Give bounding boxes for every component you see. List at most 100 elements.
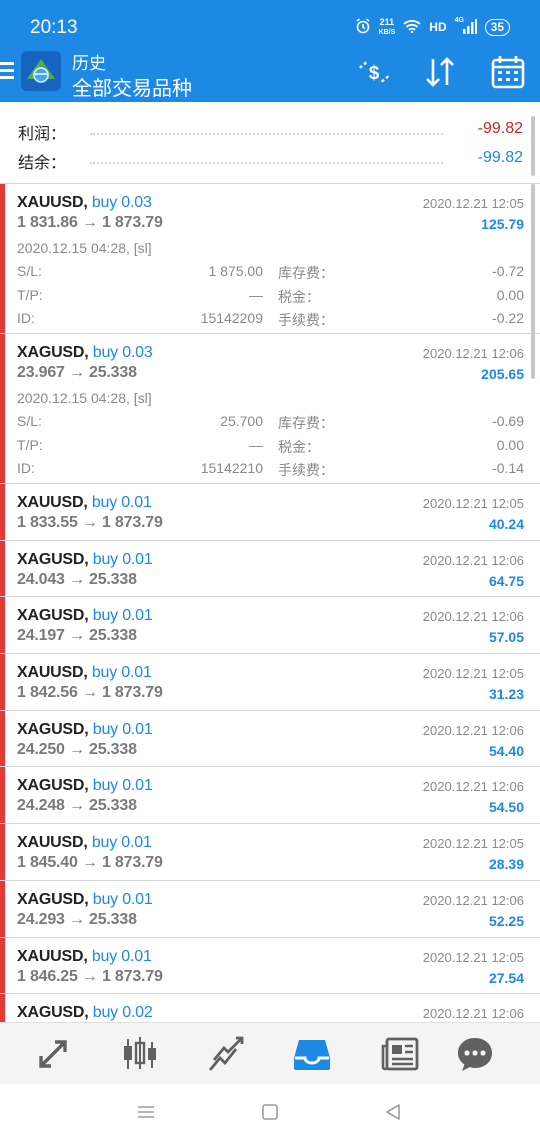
trade-close-time: 2020.12.21 12:06	[422, 346, 524, 361]
trade-symbol: XAGUSD,	[17, 607, 89, 625]
status-bar: 20:13 211 KB/S HD 4G 35	[0, 0, 540, 48]
trade-symbol-line: XAUUSD, buy 0.01	[17, 494, 152, 512]
recent-apps-icon[interactable]	[136, 1102, 156, 1122]
trade-symbol: XAUUSD,	[17, 947, 88, 965]
history-icon[interactable]	[292, 1034, 332, 1074]
trade-close-time: 2020.12.21 12:05	[422, 496, 524, 511]
trade-symbol-line: XAGUSD, buy 0.01	[17, 721, 153, 739]
chat-icon[interactable]	[455, 1034, 495, 1074]
trade-close-time: 2020.12.21 12:06	[422, 1006, 524, 1022]
trade-row[interactable]: XAGUSD, buy 0.01 2020.12.21 12:06 24.293…	[0, 880, 540, 938]
trade-history-list[interactable]: XAUUSD, buy 0.03 2020.12.21 12:05 1 831.…	[0, 184, 540, 1022]
trade-row[interactable]: XAGUSD, buy 0.01 2020.12.21 12:06 24.043…	[0, 540, 540, 598]
chart-icon[interactable]	[120, 1034, 160, 1074]
trade-type-bar	[0, 994, 5, 1022]
sl-value: 25.700	[220, 413, 263, 429]
trade-row[interactable]: XAGUSD, buy 0.01 2020.12.21 12:06 24.248…	[0, 767, 540, 825]
trade-type-bar	[0, 937, 5, 994]
list-scrollbar[interactable]	[531, 184, 535, 379]
trade-profit: 27.54	[488, 969, 524, 986]
trade-row[interactable]: XAUUSD, buy 0.01 2020.12.21 12:05 1 845.…	[0, 824, 540, 881]
trade-row[interactable]: XAGUSD, buy 0.03 2020.12.21 12:06 23.967…	[0, 334, 540, 484]
trade-close-time: 2020.12.21 12:06	[422, 552, 524, 568]
tax-label: 税金：	[278, 289, 320, 305]
trade-icon[interactable]	[206, 1034, 246, 1074]
balance-label: 结余：	[18, 155, 67, 172]
tax-value: 0.00	[496, 287, 524, 303]
trade-symbol-line: XAGUSD, buy 0.02	[17, 1004, 153, 1022]
trade-row[interactable]: XAGUSD, buy 0.02 2020.12.21 12:06	[0, 994, 540, 1022]
trade-prices: 1 846.25 → 1 873.79	[17, 967, 163, 985]
trade-close-time: 2020.12.21 12:06	[422, 609, 524, 625]
trade-symbol-line: XAUUSD, buy 0.01	[17, 664, 152, 682]
app-header: 20:13 211 KB/S HD 4G 35 历史 全部交易品种 $	[0, 0, 540, 102]
trade-close-time: 2020.12.21 12:05	[422, 196, 524, 211]
trade-row[interactable]: XAGUSD, buy 0.01 2020.12.21 12:06 24.250…	[0, 710, 540, 768]
account-summary: 利润： -99.82 结余： -99.82	[0, 102, 540, 184]
commission-value: -0.22	[492, 310, 524, 326]
trade-row[interactable]: XAUUSD, buy 0.01 2020.12.21 12:05 1 842.…	[0, 654, 540, 711]
trade-profit: 54.40	[488, 742, 524, 759]
trade-row[interactable]: XAUUSD, buy 0.01 2020.12.21 12:05 1 833.…	[0, 484, 540, 541]
trade-prices: 24.293 → 25.338	[17, 910, 137, 928]
trade-side: buy 0.01	[92, 607, 153, 625]
trade-symbol: XAUUSD,	[17, 664, 88, 682]
home-icon[interactable]	[260, 1102, 280, 1122]
sl-label: S/L:	[17, 263, 42, 279]
trade-symbol: XAGUSD,	[17, 890, 89, 908]
trade-symbol-line: XAGUSD, buy 0.01	[17, 607, 153, 625]
trade-open-info: 2020.12.15 04:28, [sl]	[17, 240, 152, 256]
trade-close-time: 2020.12.21 12:06	[422, 892, 524, 908]
trade-symbol-line: XAGUSD, buy 0.01	[17, 777, 153, 795]
swap-value: -0.72	[492, 263, 524, 279]
trade-prices: 1 842.56 → 1 873.79	[17, 684, 163, 702]
metatrader-logo	[20, 50, 62, 92]
profit-label: 利润：	[18, 126, 67, 143]
trade-type-bar	[0, 654, 5, 710]
sl-value: 1 875.00	[208, 263, 264, 279]
trade-symbol: XAUUSD,	[17, 194, 88, 211]
trade-side: buy 0.01	[91, 494, 152, 511]
deposit-withdraw-icon[interactable]: $	[356, 54, 392, 90]
trade-prices: 24.197 → 25.338	[17, 627, 137, 645]
trade-prices: 1 833.55 → 1 873.79	[17, 514, 163, 531]
trade-close-time: 2020.12.21 12:05	[422, 836, 524, 852]
trade-symbol-line: XAGUSD, buy 0.03	[17, 344, 153, 362]
tp-value: —	[249, 437, 263, 453]
network-speed: 211 KB/S	[379, 17, 396, 37]
trade-profit: 31.23	[488, 686, 524, 703]
trade-type-bar	[0, 597, 5, 654]
sort-icon[interactable]	[422, 54, 458, 90]
swap-label: 库存费：	[278, 265, 334, 281]
balance-value: -99.82	[477, 149, 523, 166]
trade-type-bar	[0, 334, 5, 483]
trade-profit: 52.25	[488, 912, 524, 929]
trade-symbol: XAUUSD,	[17, 494, 88, 511]
id-value: 15142210	[200, 460, 263, 476]
calendar-icon[interactable]	[490, 54, 526, 90]
balance-row: 结余： -99.82	[18, 143, 523, 173]
signal-icon: 4G	[455, 17, 477, 35]
tax-label: 税金：	[278, 439, 320, 455]
back-icon[interactable]	[383, 1102, 403, 1122]
menu-icon[interactable]	[0, 62, 14, 82]
news-icon[interactable]	[380, 1034, 420, 1074]
trade-type-bar	[0, 880, 5, 937]
profit-row: 利润： -99.82	[18, 114, 523, 144]
profit-leader-dots	[90, 133, 443, 135]
page-title: 全部交易品种	[72, 78, 192, 100]
trade-side: buy 0.01	[91, 834, 152, 852]
trade-symbol: XAGUSD,	[17, 777, 89, 795]
svg-text:$: $	[369, 63, 380, 84]
trade-profit: 125.79	[481, 216, 524, 232]
trade-row[interactable]: XAUUSD, buy 0.03 2020.12.21 12:05 1 831.…	[0, 184, 540, 334]
trade-row[interactable]: XAUUSD, buy 0.01 2020.12.21 12:05 1 846.…	[0, 937, 540, 995]
trade-profit: 205.65	[481, 366, 524, 382]
trade-symbol: XAGUSD,	[17, 720, 89, 738]
trade-symbol: XAUUSD,	[17, 834, 88, 852]
quotes-icon[interactable]	[33, 1034, 73, 1074]
trade-type-bar	[0, 710, 5, 767]
trade-side: buy 0.03	[92, 344, 153, 361]
trade-type-bar	[0, 484, 5, 540]
trade-row[interactable]: XAGUSD, buy 0.01 2020.12.21 12:06 24.197…	[0, 597, 540, 655]
